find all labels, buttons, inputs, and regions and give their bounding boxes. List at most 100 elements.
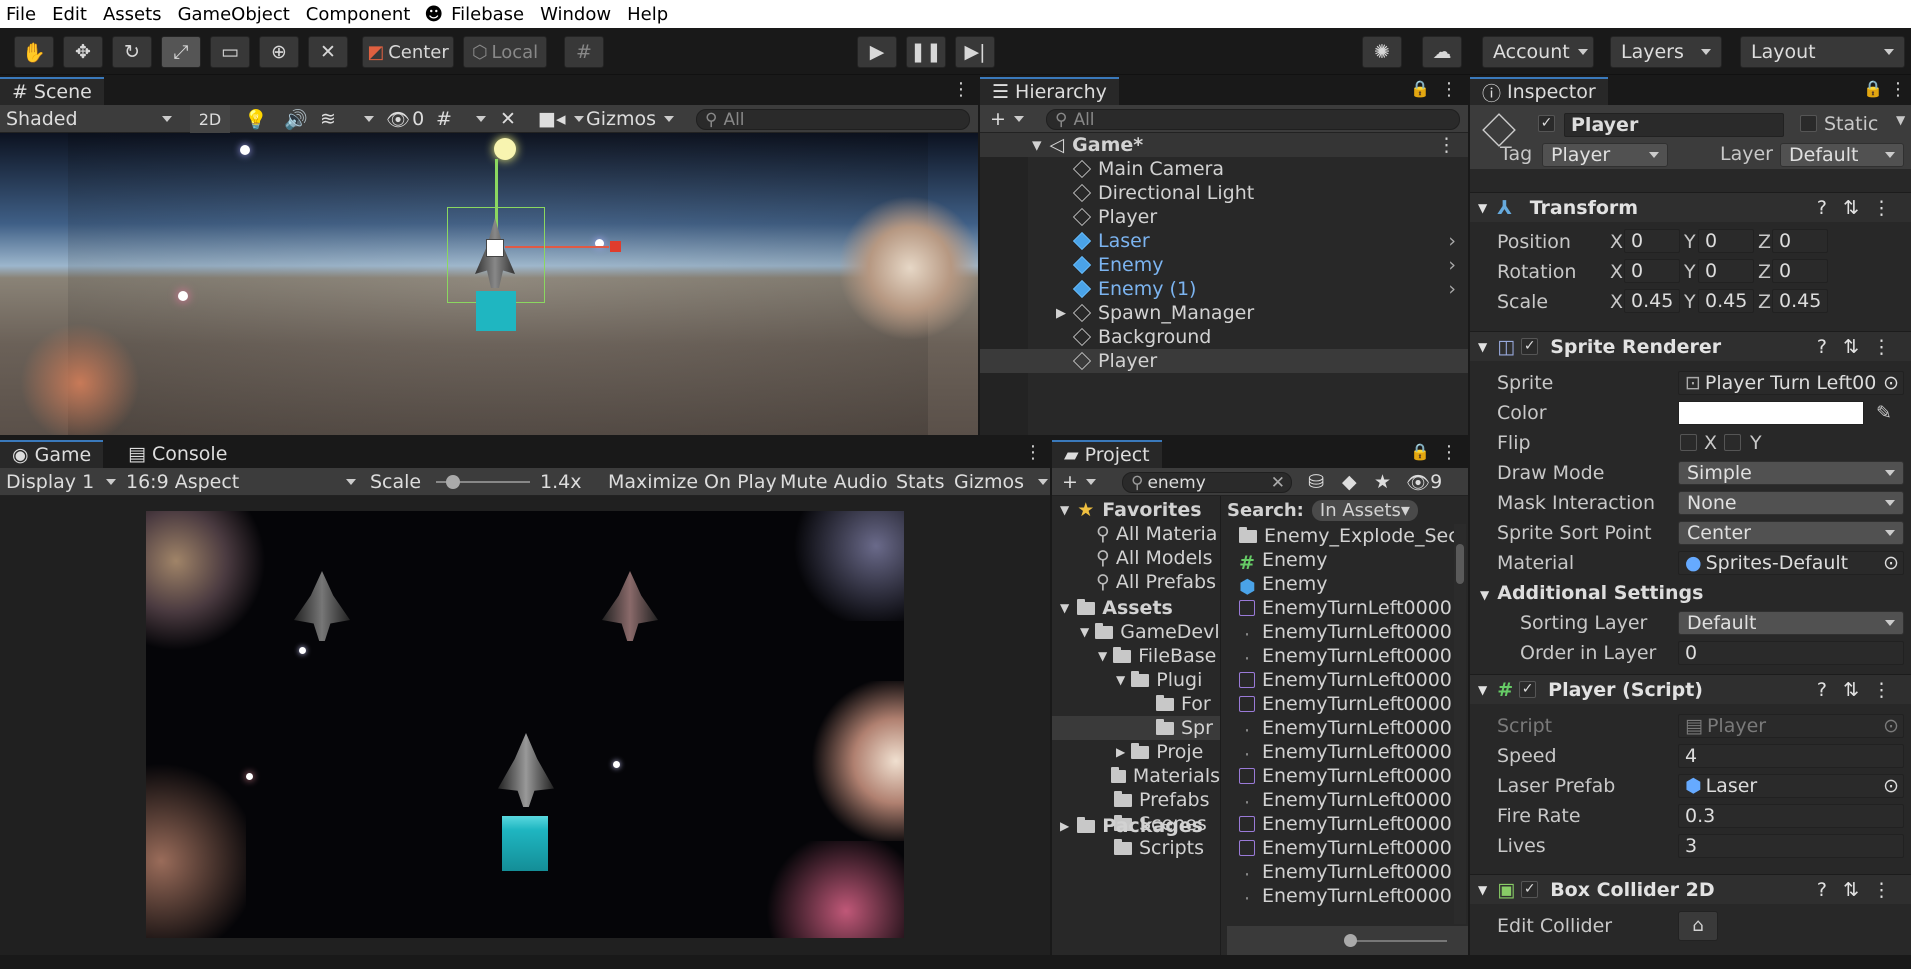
menu-assets[interactable]: Assets — [97, 4, 172, 25]
favorite-item[interactable]: ⚲ All Prefabs — [1096, 570, 1216, 594]
expand-arrow-icon[interactable]: ▼ — [1116, 673, 1125, 687]
cloud-icon[interactable]: ☁ — [1422, 36, 1462, 68]
rotate-tool-icon[interactable]: ↻ — [112, 36, 152, 68]
chevron-right-icon[interactable]: › — [1448, 278, 1456, 300]
maximize-on-play-toggle[interactable]: Maximize On Play — [608, 468, 777, 496]
gizmo-center-handle[interactable] — [486, 239, 504, 257]
asset-folder[interactable]: ▼ GameDevl — [1052, 620, 1220, 644]
expand-arrow-icon[interactable]: ▼ — [1080, 625, 1089, 639]
rotation-y-axis-label[interactable]: Y — [1684, 261, 1696, 283]
menu-file[interactable]: File — [0, 4, 46, 25]
hierarchy-item[interactable]: ▶ Spawn_Manager — [980, 301, 1468, 325]
mask-interaction-dropdown[interactable]: None — [1678, 491, 1904, 515]
active-checkbox[interactable]: ✓ — [1538, 115, 1555, 132]
menu-help[interactable]: Help — [621, 4, 678, 25]
scale-slider-thumb[interactable] — [446, 475, 460, 489]
draw-mode-dropdown[interactable]: Simple — [1678, 461, 1904, 485]
more-options-icon[interactable]: ⋮ — [1872, 197, 1891, 219]
scale-y-axis-label[interactable]: Y — [1684, 291, 1696, 313]
position-x-field[interactable]: 0 — [1624, 229, 1680, 253]
asset-folder[interactable]: Scripts — [1052, 836, 1220, 860]
hierarchy-item[interactable]: Directional Light — [980, 181, 1468, 205]
sprite-renderer-enabled-checkbox[interactable]: ✓ — [1521, 338, 1539, 355]
tab-scene[interactable]: # Scene — [0, 77, 104, 105]
sprite-field[interactable]: ⊡ Player Turn Left00 ⊙ — [1678, 371, 1904, 395]
search-result-item[interactable]: · EnemyTurnLeft0000 — [1239, 884, 1452, 910]
search-result-item[interactable]: EnemyTurnLeft0000 — [1239, 812, 1452, 836]
search-result-item[interactable]: · EnemyTurnLeft0000 — [1239, 620, 1452, 646]
position-x-axis-label[interactable]: X — [1610, 231, 1623, 253]
tab-console[interactable]: ▤ Console — [116, 440, 240, 468]
menu-filebase[interactable]: Filebase — [445, 4, 534, 25]
collapse-icon[interactable]: ▼ — [1478, 883, 1487, 897]
position-y-axis-label[interactable]: Y — [1684, 231, 1696, 253]
directional-light-icon[interactable] — [494, 138, 516, 160]
scale-tool-icon[interactable]: ⤢ — [161, 36, 201, 68]
menu-edit[interactable]: Edit — [46, 4, 97, 25]
scale-z-axis-label[interactable]: Z — [1758, 291, 1771, 313]
search-result-item[interactable]: · EnemyTurnLeft0000 — [1239, 716, 1452, 742]
account-dropdown[interactable]: Account — [1482, 36, 1594, 68]
hierarchy-item[interactable]: Enemy › — [980, 253, 1468, 277]
hierarchy-search-input[interactable]: ⚲ All — [1046, 109, 1460, 130]
object-name-field[interactable]: Player — [1564, 113, 1784, 137]
grid-icon[interactable]: # — [436, 105, 452, 133]
hierarchy-item[interactable]: Main Camera — [980, 157, 1468, 181]
rotation-x-field[interactable]: 0 — [1624, 259, 1680, 283]
asset-folder[interactable]: ▶ Proje — [1052, 740, 1220, 764]
sprite-renderer-header[interactable]: ▼ ◫ ✓ Sprite Renderer ? ⇅ ⋮ — [1470, 331, 1911, 361]
search-result-item[interactable]: EnemyTurnLeft0000 — [1239, 692, 1452, 716]
transform-tool-icon[interactable]: ⊕ — [259, 36, 299, 68]
custom-tool-icon[interactable]: ✕ — [308, 36, 348, 68]
presets-icon[interactable]: ⇅ — [1843, 679, 1859, 701]
additional-settings-foldout[interactable]: ▼ Additional Settings — [1480, 582, 1703, 604]
lighting-icon[interactable]: 💡 — [244, 105, 268, 133]
object-picker-icon[interactable]: ⊙ — [1883, 552, 1899, 574]
shading-dropdown[interactable]: Shaded — [6, 105, 176, 133]
help-icon[interactable]: ? — [1817, 336, 1827, 358]
effects-icon[interactable]: ≋ — [320, 105, 336, 133]
scene-cyan-cube[interactable] — [476, 291, 516, 331]
search-result-item[interactable]: · EnemyTurnLeft0000 — [1239, 788, 1452, 814]
more-options-icon[interactable]: ⋮ — [1872, 679, 1891, 701]
favorites-section[interactable]: ▼ ★ Favorites — [1060, 498, 1202, 522]
pause-button[interactable]: ❚❚ — [906, 36, 946, 68]
layers-dropdown[interactable]: Layers — [1610, 36, 1722, 68]
pivot-local-button[interactable]: ⬡ Local — [463, 36, 547, 68]
pivot-center-button[interactable]: ◩ Center — [362, 36, 454, 68]
expand-arrow-icon[interactable]: ▾ — [1032, 134, 1042, 156]
menu-window[interactable]: Window — [534, 4, 621, 25]
presets-icon[interactable]: ⇅ — [1843, 879, 1859, 901]
asset-folder[interactable]: ▼ FileBase — [1052, 644, 1220, 668]
tab-game[interactable]: ◉ Game — [0, 440, 104, 468]
favorite-item[interactable]: ⚲ All Materia — [1096, 522, 1217, 546]
search-by-label-icon[interactable]: ◆ — [1342, 468, 1357, 496]
effects-dropdown-icon[interactable] — [356, 105, 374, 133]
favorite-item[interactable]: ⚲ All Models — [1096, 546, 1212, 570]
menu-gameobject[interactable]: GameObject — [172, 4, 300, 25]
lock-icon[interactable]: 🔒 — [1863, 79, 1883, 98]
flip-x-checkbox[interactable] — [1680, 434, 1697, 451]
rotation-z-axis-label[interactable]: Z — [1758, 261, 1771, 283]
chevron-right-icon[interactable]: › — [1448, 230, 1456, 252]
visibility-icon[interactable]: 👁 0 — [386, 105, 424, 133]
lock-icon[interactable]: 🔒 — [1410, 442, 1430, 461]
more-options-icon[interactable]: ⋮ — [1437, 134, 1456, 156]
project-search-input[interactable]: ⚲ enemy ✕ — [1122, 472, 1292, 493]
play-button[interactable]: ▶ — [857, 36, 897, 68]
object-picker-icon[interactable]: ⊙ — [1883, 775, 1899, 797]
step-button[interactable]: ▶| — [955, 36, 995, 68]
layer-dropdown[interactable]: Default — [1780, 143, 1904, 167]
scene-viewport[interactable] — [0, 133, 978, 435]
speed-field[interactable]: 4 — [1678, 744, 1904, 768]
asset-folder[interactable]: For — [1052, 692, 1220, 716]
flip-y-checkbox[interactable] — [1724, 434, 1741, 451]
assets-section[interactable]: ▼ Assets — [1060, 596, 1173, 620]
sorting-layer-dropdown[interactable]: Default — [1678, 611, 1904, 635]
create-asset-button[interactable]: + — [1062, 468, 1096, 496]
search-result-item[interactable]: EnemyTurnLeft0000 — [1239, 668, 1452, 692]
box-collider-enabled-checkbox[interactable]: ✓ — [1521, 881, 1539, 898]
menu-component[interactable]: Component — [300, 4, 421, 25]
camera-icon[interactable]: ■◂ — [538, 105, 584, 133]
hierarchy-item[interactable]: Laser › — [980, 229, 1468, 253]
